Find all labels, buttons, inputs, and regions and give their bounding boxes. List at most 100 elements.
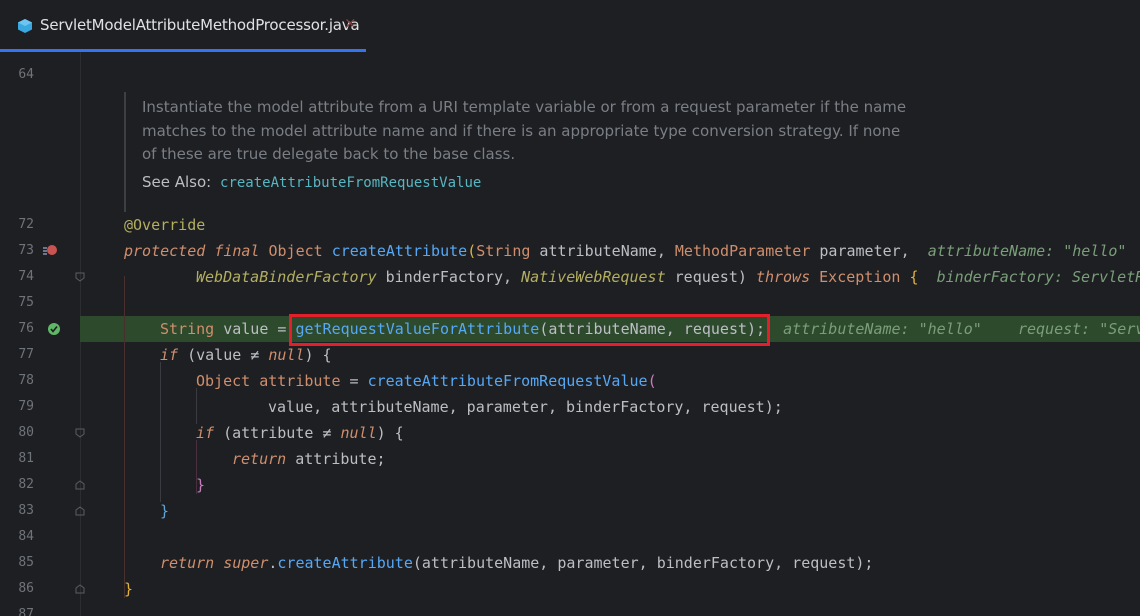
brace: {	[909, 268, 919, 286]
indent-guide	[196, 440, 197, 494]
line-number: 79	[18, 399, 34, 414]
line-number: 76	[18, 321, 34, 336]
type-name: Object	[268, 242, 323, 260]
line-number: 84	[18, 529, 34, 544]
code-line: 79 value, attributeName, parameter, bind…	[0, 394, 1140, 420]
javadoc-text: Instantiate the model attribute from a U…	[142, 98, 907, 163]
line-number: 86	[18, 581, 34, 596]
line-number: 82	[18, 477, 34, 492]
keyword: throws	[755, 268, 811, 286]
brace: ) {	[376, 424, 404, 442]
method-name: createAttribute	[331, 242, 468, 260]
condition: (attribute ≠	[214, 424, 341, 442]
line-number: 85	[18, 555, 34, 570]
code-line: 87	[0, 602, 1140, 616]
type-name: NativeWebRequest	[521, 268, 666, 286]
debug-inline-value: request: "Serv	[1017, 320, 1140, 338]
fold-end-icon[interactable]	[74, 505, 86, 517]
paren: (	[647, 372, 657, 390]
variable: attribute	[250, 372, 341, 390]
java-file-icon	[18, 19, 32, 33]
line-number: 72	[18, 217, 34, 232]
keyword: final	[214, 242, 260, 260]
param: request)	[665, 268, 756, 286]
see-also: See Also: createAttributeFromRequestValu…	[142, 173, 924, 191]
brace: ) {	[304, 346, 332, 364]
code-line: 77 if (value ≠ null) {	[0, 342, 1140, 368]
brace: }	[160, 502, 170, 520]
file-tab[interactable]: ServletModelAttributeMethodProcessor.jav…	[0, 0, 366, 52]
param: attributeName,	[530, 242, 675, 260]
code-line: 64	[0, 62, 1140, 88]
rendered-javadoc[interactable]: Instantiate the model attribute from a U…	[124, 92, 924, 212]
tab-title: ServletModelAttributeMethodProcessor.jav…	[40, 16, 360, 34]
line-number: 81	[18, 451, 34, 466]
keyword: null	[340, 424, 377, 442]
fold-icon[interactable]	[74, 427, 86, 439]
keyword: if	[160, 346, 179, 364]
code-line: 78 Object attribute = createAttributeFro…	[0, 368, 1140, 394]
keyword: return	[232, 450, 287, 468]
code-line: 72 @Override	[0, 212, 1140, 238]
type-name: Exception	[819, 268, 901, 286]
type-name: MethodParameter	[674, 242, 811, 260]
editor-tab-bar: ServletModelAttributeMethodProcessor.jav…	[0, 0, 1140, 52]
debug-inline-value: binderFactory: ServletR	[936, 268, 1140, 286]
code-line: 80 if (attribute ≠ null) {	[0, 420, 1140, 446]
code-line: 85 return super.createAttribute(attribut…	[0, 550, 1140, 576]
fold-end-icon[interactable]	[74, 479, 86, 491]
operator: =	[340, 372, 368, 390]
type-name: WebDataBinderFactory	[196, 268, 377, 286]
line-number: 74	[18, 269, 34, 284]
line-number: 83	[18, 503, 34, 518]
line-number: 73	[18, 243, 34, 258]
see-also-label: See Also:	[142, 172, 212, 191]
line-number: 87	[18, 607, 34, 616]
see-also-link[interactable]: createAttributeFromRequestValue	[220, 175, 481, 191]
type-name: String	[476, 242, 531, 260]
keyword: protected	[124, 242, 206, 260]
param: binderFactory,	[376, 268, 522, 286]
code-line: 75	[0, 290, 1140, 316]
debug-inline-value: attributeName: "hello"	[783, 320, 982, 338]
debug-inline-value: attributeName: "hello"	[927, 242, 1127, 260]
keyword: null	[268, 346, 305, 364]
indent-guide	[160, 362, 161, 502]
keyword: super	[223, 554, 269, 572]
indent-guide	[124, 276, 125, 598]
line-number: 80	[18, 425, 34, 440]
fold-end-icon[interactable]	[74, 583, 86, 595]
line-number: 78	[18, 373, 34, 388]
variable: value =	[214, 320, 296, 338]
code-line: 73 protected final Object createAttribut…	[0, 238, 1140, 264]
arguments: value, attributeName, parameter, binderF…	[268, 398, 783, 416]
keyword: return	[160, 554, 215, 572]
code-line: 74 WebDataBinderFactory binderFactory, N…	[0, 264, 1140, 290]
code-line: 83 }	[0, 498, 1140, 524]
condition: (value ≠	[178, 346, 269, 364]
type-name: String	[160, 320, 215, 338]
variable: attribute;	[286, 450, 386, 468]
brace: }	[196, 476, 206, 494]
annotation: @Override	[124, 216, 206, 234]
fold-icon[interactable]	[74, 271, 86, 283]
arguments: (attributeName, parameter, binderFactory…	[412, 554, 874, 572]
type-name: Object	[196, 372, 251, 390]
code-line: 82 }	[0, 472, 1140, 498]
line-number: 75	[18, 295, 34, 310]
paren: (	[467, 242, 477, 260]
line-number: 64	[18, 67, 34, 82]
code-line: 86 }	[0, 576, 1140, 602]
indent-guide	[196, 388, 197, 424]
method-call: createAttributeFromRequestValue	[367, 372, 648, 390]
brace: }	[124, 580, 134, 598]
line-number: 77	[18, 347, 34, 362]
code-line: 84	[0, 524, 1140, 550]
method-call: createAttribute	[277, 554, 413, 572]
code-editor[interactable]: 64 Instantiate the model attribute from …	[0, 52, 1140, 616]
param: parameter,	[810, 242, 910, 260]
breakpoint-check-icon[interactable]	[47, 322, 61, 336]
overriding-method-icon[interactable]	[42, 244, 58, 258]
close-tab-icon[interactable]: ×	[344, 14, 357, 32]
code-line: 81 return attribute;	[0, 446, 1140, 472]
